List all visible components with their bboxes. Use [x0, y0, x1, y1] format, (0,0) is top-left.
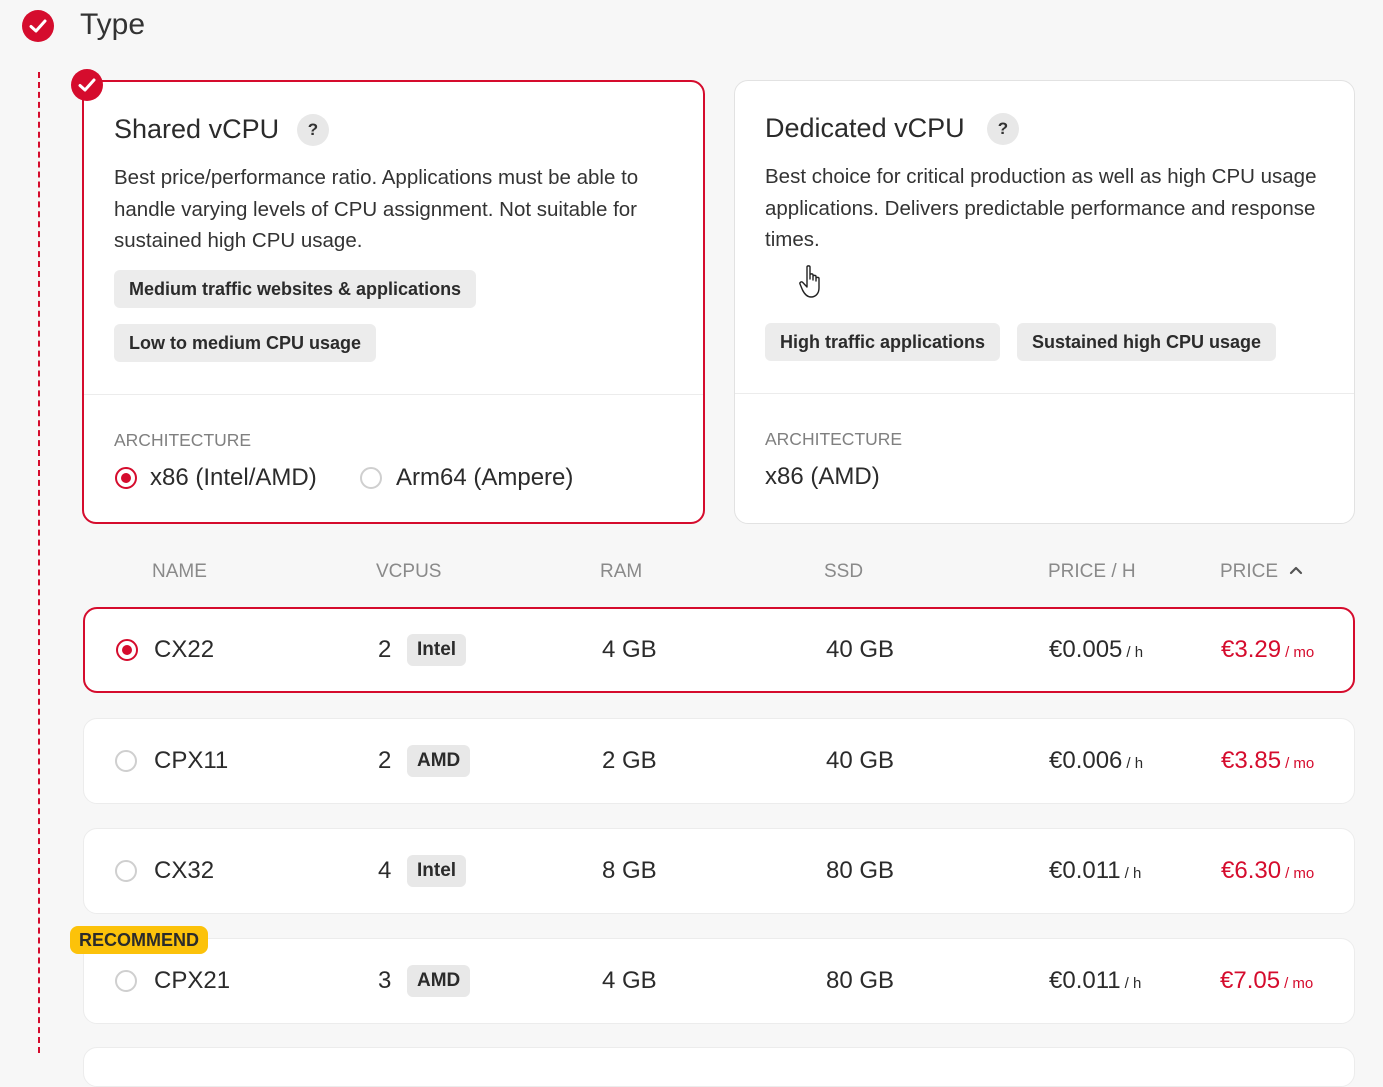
card-description: Best price/performance ratio. Applicatio… [114, 166, 639, 252]
server-row-next[interactable] [83, 1047, 1355, 1087]
ram-value: 4 GB [602, 967, 657, 994]
cpu-vendor-badge: Intel [407, 634, 467, 666]
ram-value: 4 GB [602, 636, 657, 663]
price-monthly: €7.05/ mo [1220, 967, 1313, 995]
help-icon[interactable]: ? [297, 114, 329, 146]
architecture-label: ARCHITECTURE [114, 430, 252, 450]
radio-unselected[interactable] [360, 467, 382, 489]
price-hourly: €0.006/ h [1049, 747, 1143, 775]
cpu-vendor-badge: AMD [407, 965, 471, 997]
server-row-cpx21[interactable]: CPX21 3 AMD 4 GB 80 GB €0.011/ h €7.05/ … [83, 938, 1355, 1024]
use-case-tag: Sustained high CPU usage [1017, 323, 1277, 361]
price-hourly-value: €0.005 [1049, 636, 1123, 663]
server-name: CX32 [154, 857, 215, 884]
price-monthly-value: €3.29 [1221, 636, 1282, 663]
server-row-cx32[interactable]: CX32 4 Intel 8 GB 80 GB €0.011/ h €6.30/… [83, 828, 1355, 914]
card-title: Dedicated vCPU [765, 113, 965, 143]
recommend-badge: RECOMMEND [70, 926, 208, 954]
price-hourly-value: €0.011 [1049, 857, 1121, 884]
price-monthly-unit: / mo [1285, 755, 1315, 772]
use-case-tag: Low to medium CPU usage [114, 324, 377, 362]
price-hourly-unit: / h [1124, 865, 1142, 882]
price-hourly-value: €0.011 [1049, 967, 1121, 994]
architecture-value: x86 (AMD) [765, 463, 880, 490]
column-header-ram[interactable]: RAM [600, 561, 642, 583]
column-header-ssd[interactable]: SSD [824, 561, 863, 583]
arch-option-label: Arm64 (Ampere) [396, 464, 574, 491]
column-header-price-hourly[interactable]: PRICE / H [1048, 561, 1136, 583]
column-header-price[interactable]: PRICE [1220, 561, 1303, 583]
cpu-vendor-badge: AMD [407, 745, 471, 777]
ram-value: 8 GB [602, 857, 657, 884]
price-hourly: €0.011/ h [1049, 967, 1141, 995]
arch-option-arm64[interactable]: Arm64 (Ampere) [360, 464, 573, 492]
server-name: CPX21 [154, 967, 231, 994]
price-monthly-unit: / mo [1285, 644, 1315, 661]
server-row-cpx11[interactable]: CPX11 2 AMD 2 GB 40 GB €0.006/ h €3.85/ … [83, 718, 1355, 804]
vcpu-count: 2 [378, 747, 392, 774]
step-complete-check-icon [22, 10, 54, 42]
card-title: Shared vCPU [114, 114, 280, 144]
shared-vcpu-card[interactable]: Shared vCPU ? Best price/performance rat… [71, 69, 705, 524]
row-radio[interactable] [115, 750, 137, 772]
card-description: Best choice for critical production as w… [765, 165, 1317, 251]
price-monthly: €6.30/ mo [1221, 857, 1314, 885]
price-monthly: €3.29/ mo [1221, 636, 1314, 664]
server-name: CX22 [154, 636, 215, 663]
card-divider [735, 393, 1354, 394]
hand-cursor-icon [798, 264, 826, 305]
dedicated-vcpu-card[interactable]: Dedicated vCPU ? Best choice for critica… [734, 80, 1355, 524]
price-monthly-value: €3.85 [1221, 747, 1282, 774]
price-monthly-unit: / mo [1285, 865, 1315, 882]
ssd-value: 80 GB [826, 857, 895, 884]
vcpu-count: 4 [378, 857, 392, 884]
use-case-tag: Medium traffic websites & applications [114, 270, 477, 308]
column-header-name[interactable]: NAME [152, 561, 207, 583]
section-title: Type [80, 8, 146, 41]
column-header-label: PRICE [1220, 561, 1279, 582]
radio-selected[interactable] [115, 467, 137, 489]
price-hourly-unit: / h [1126, 755, 1144, 772]
arch-option-x86[interactable]: x86 (Intel/AMD) [115, 464, 317, 492]
row-radio[interactable] [115, 860, 137, 882]
vcpu-count: 2 [378, 636, 392, 663]
vcpu-count: 3 [378, 967, 392, 994]
price-hourly-unit: / h [1126, 644, 1144, 661]
price-monthly-value: €7.05 [1220, 967, 1281, 994]
column-header-vcpus[interactable]: VCPUS [376, 561, 441, 583]
price-monthly-value: €6.30 [1221, 857, 1282, 884]
price-hourly-value: €0.006 [1049, 747, 1123, 774]
card-divider [84, 394, 703, 395]
price-monthly-unit: / mo [1284, 975, 1314, 992]
architecture-label: ARCHITECTURE [765, 429, 903, 449]
server-name: CPX11 [154, 747, 229, 774]
ssd-value: 40 GB [826, 636, 895, 663]
price-monthly: €3.85/ mo [1221, 747, 1314, 775]
use-case-tag: High traffic applications [765, 323, 1001, 361]
server-row-cx22[interactable]: CX22 2 Intel 4 GB 40 GB €0.005/ h €3.29/… [83, 607, 1355, 693]
price-hourly: €0.005/ h [1049, 636, 1143, 664]
help-icon[interactable]: ? [987, 113, 1019, 145]
price-hourly: €0.011/ h [1049, 857, 1141, 885]
arch-option-label: x86 (Intel/AMD) [150, 464, 317, 491]
row-radio[interactable] [115, 970, 137, 992]
cpu-vendor-badge: Intel [407, 855, 467, 887]
selected-check-icon [71, 69, 103, 101]
step-connector-line [38, 72, 40, 1053]
price-hourly-unit: / h [1124, 975, 1142, 992]
ssd-value: 40 GB [826, 747, 895, 774]
chevron-up-icon [1290, 566, 1303, 575]
row-radio-selected[interactable] [116, 639, 138, 661]
ram-value: 2 GB [602, 747, 657, 774]
ssd-value: 80 GB [826, 967, 895, 994]
